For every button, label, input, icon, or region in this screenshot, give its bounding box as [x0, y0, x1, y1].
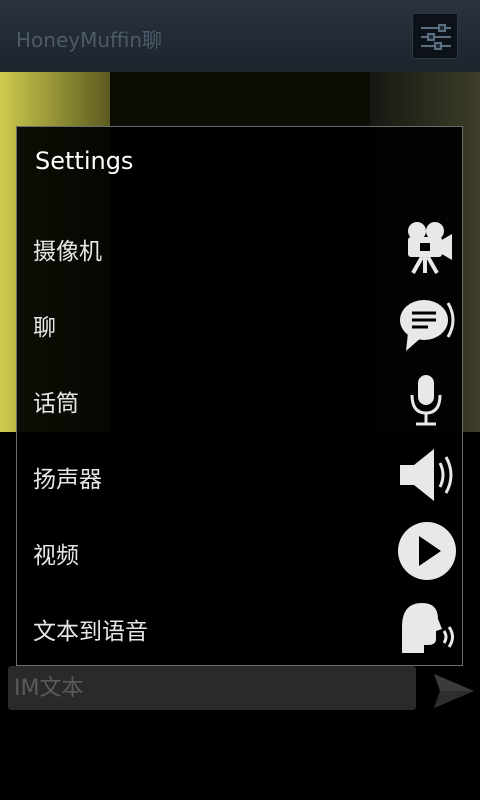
menu-item-camera[interactable]: 摄像机 [17, 209, 462, 285]
send-icon [434, 674, 474, 708]
settings-button[interactable] [412, 13, 458, 59]
menu-item-video[interactable]: 视频 [17, 513, 462, 589]
menu-item-speaker[interactable]: 扬声器 [17, 437, 462, 513]
im-text-input[interactable] [8, 666, 416, 710]
menu-item-label: 话筒 [33, 391, 79, 417]
send-button[interactable] [430, 670, 476, 712]
play-icon [396, 521, 458, 581]
menu-item-label: 摄像机 [33, 239, 102, 265]
video-camera-icon [396, 217, 458, 277]
chat-bubble-icon [396, 293, 458, 353]
speaking-head-icon [396, 597, 458, 657]
menu-item-label: 文本到语音 [33, 619, 148, 645]
settings-dialog: Settings 摄像机 聊 话筒 扬声器 视频 文本到语音 [16, 126, 463, 666]
dialog-title: Settings [35, 147, 134, 175]
title-bar: HoneyMuffin聊 [0, 0, 480, 73]
menu-item-label: 视频 [33, 543, 79, 569]
menu-item-chat[interactable]: 聊 [17, 285, 462, 361]
menu-item-label: 聊 [33, 315, 56, 341]
menu-item-text-to-speech[interactable]: 文本到语音 [17, 589, 462, 665]
menu-item-label: 扬声器 [33, 467, 102, 493]
speaker-icon [396, 445, 458, 505]
menu-item-microphone[interactable]: 话筒 [17, 361, 462, 437]
microphone-icon [396, 369, 458, 429]
sliders-icon [421, 24, 451, 50]
app-title: HoneyMuffin聊 [16, 28, 163, 52]
